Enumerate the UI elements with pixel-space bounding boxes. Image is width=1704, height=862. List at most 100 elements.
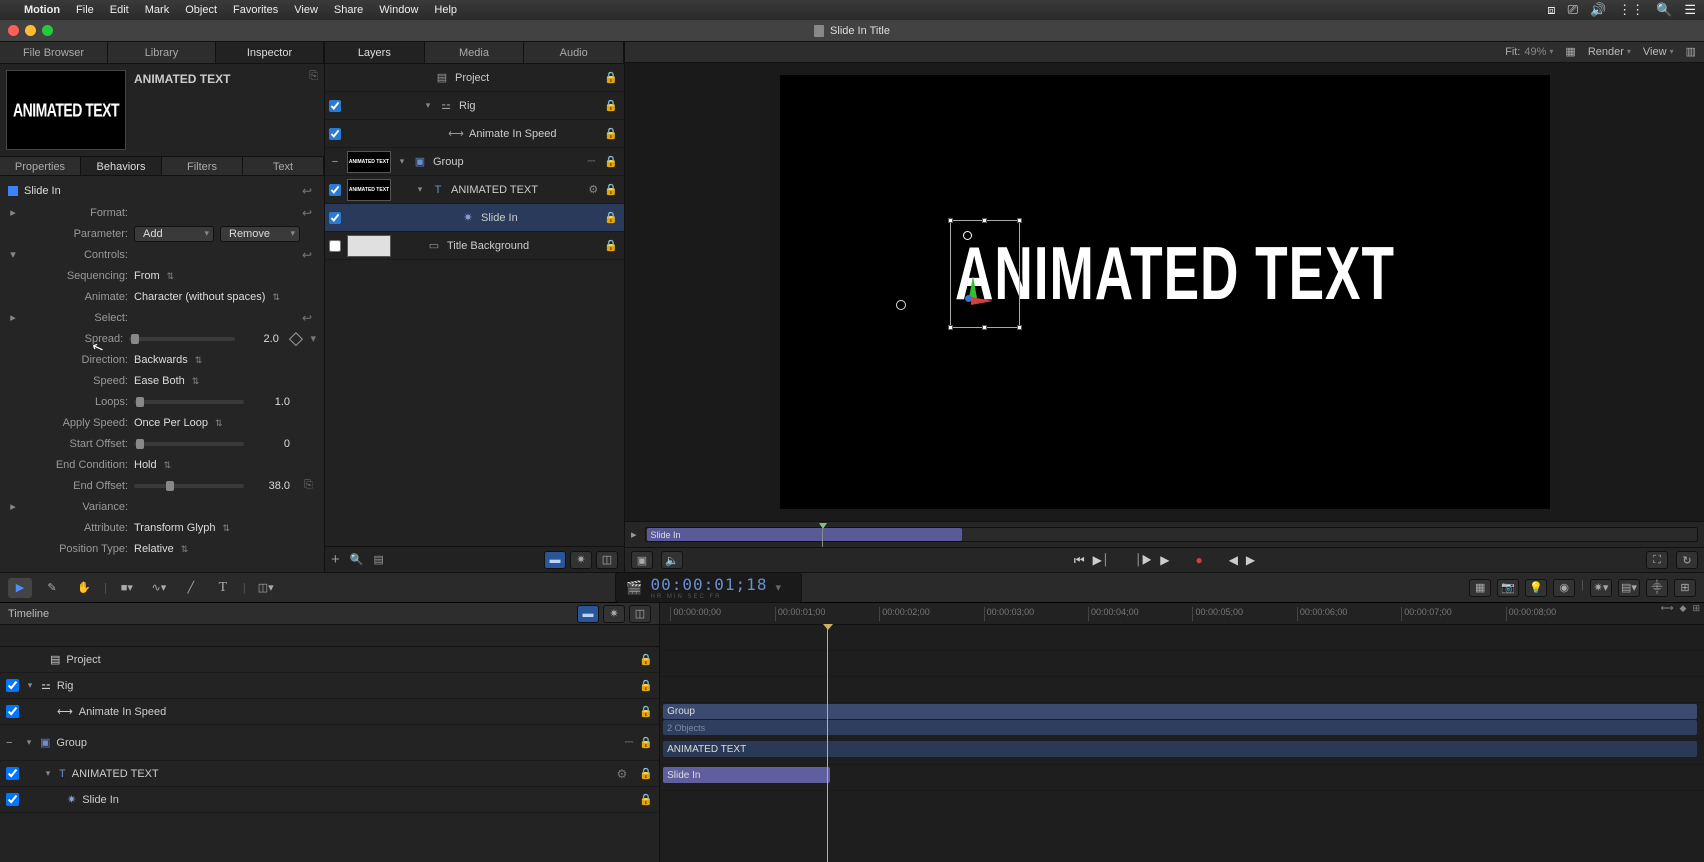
zoom-to-fit-icon[interactable]: ⟷ <box>1661 603 1674 614</box>
menu-view[interactable]: View <box>294 4 318 16</box>
add-layer-button[interactable]: + <box>331 551 340 568</box>
layer-row-slide-in[interactable]: ✷ Slide In 🔒 <box>325 204 624 232</box>
timecode-display[interactable]: 🎬 00:00:01;18 HR MIN SEC FR ▾ <box>615 572 802 603</box>
layer-visibility-checkbox[interactable] <box>6 679 19 692</box>
link-icon[interactable]: ⎓ <box>587 156 595 167</box>
rotate-handle-icon[interactable] <box>963 231 972 240</box>
select-reset-icon[interactable]: ↩ <box>302 311 316 325</box>
behaviors-button[interactable]: ✷▾ <box>1590 579 1612 597</box>
spread-value[interactable]: 2.0 <box>241 333 279 345</box>
spotlight-icon[interactable]: 🔍 <box>1656 2 1672 18</box>
handle-icon[interactable] <box>1017 325 1022 330</box>
line-tool[interactable]: ╱ <box>179 578 203 598</box>
menu-share[interactable]: Share <box>334 4 363 16</box>
controls-disclosure[interactable]: ▾ <box>8 248 18 261</box>
reset-icon[interactable]: ↩ <box>302 184 316 198</box>
in-point-icon[interactable]: ▸ <box>631 528 637 541</box>
x-axis-arrow-icon[interactable] <box>971 297 993 305</box>
endoffset-link-icon[interactable]: ⎘ <box>304 479 313 492</box>
layer-row-project[interactable]: ▤ Project 🔒 <box>325 64 624 92</box>
lock-icon[interactable]: 🔒 <box>604 183 620 196</box>
spread-slider[interactable] <box>129 337 234 341</box>
layer-row-rig[interactable]: ▾ ⚍ Rig 🔒 <box>325 92 624 120</box>
timeline-tracks[interactable]: Group 2 Objects ANIMATED TEXT Slide In <box>660 625 1704 862</box>
tab-file-browser[interactable]: File Browser <box>0 42 108 63</box>
bezier-tool[interactable]: ∿▾ <box>147 578 171 598</box>
z-axis-dot-icon[interactable] <box>965 295 972 302</box>
display-icon[interactable]: ⎚ <box>1568 2 1578 18</box>
notification-icon[interactable]: ☰ <box>1684 2 1696 18</box>
format-disclosure[interactable]: ▸ <box>8 206 18 219</box>
lock-icon[interactable]: 🔒 <box>604 239 620 252</box>
timeline-view-2[interactable]: ✷ <box>603 605 625 623</box>
layer-visibility-checkbox[interactable] <box>329 128 341 140</box>
timeline-view-1[interactable]: ▬ <box>577 605 599 623</box>
disclosure-icon[interactable]: ▾ <box>25 680 35 691</box>
lock-icon[interactable]: 🔒 <box>639 653 653 666</box>
selection-box[interactable] <box>950 220 1020 328</box>
fullscreen-button[interactable]: ⛶ <box>1646 551 1668 569</box>
select-disclosure[interactable]: ▸ <box>8 311 18 324</box>
zoom-window-button[interactable] <box>42 25 53 36</box>
color-channels-icon[interactable]: ▦ <box>1565 45 1575 58</box>
positiontype-value[interactable]: Relative <box>134 543 188 555</box>
menu-window[interactable]: Window <box>379 4 418 16</box>
playhead-icon[interactable] <box>827 625 828 862</box>
animate-value[interactable]: Character (without spaces) <box>134 291 280 303</box>
prev-frame-button[interactable]: ▶⏐ <box>1093 553 1109 568</box>
make-particles-button[interactable]: ⸎ <box>1646 579 1668 597</box>
layers-view-button[interactable]: ▬ <box>544 551 566 569</box>
record-button[interactable]: ● <box>1195 553 1202 568</box>
lock-icon[interactable]: 🔒 <box>639 679 653 692</box>
handle-icon[interactable] <box>948 325 953 330</box>
minimize-window-button[interactable] <box>25 25 36 36</box>
menu-edit[interactable]: Edit <box>110 4 129 16</box>
view-dropdown[interactable]: View <box>1643 46 1674 58</box>
layer-visibility-checkbox[interactable] <box>329 212 341 224</box>
gear-view-button[interactable]: ✷ <box>570 551 592 569</box>
subtab-filters[interactable]: Filters <box>162 157 243 175</box>
tl-row-project[interactable]: ▤ Project 🔒 <box>0 647 659 673</box>
viewer-layout-icon[interactable]: ▥ <box>1686 45 1696 58</box>
startoffset-value[interactable]: 0 <box>250 438 290 450</box>
handle-icon[interactable] <box>948 218 953 223</box>
tab-inspector[interactable]: Inspector <box>216 42 324 63</box>
layer-row-animated-text[interactable]: ANIMATED TEXT ▾ T ANIMATED TEXT 🔒 <box>325 176 624 204</box>
menu-object[interactable]: Object <box>185 4 217 16</box>
text-tool[interactable]: T <box>211 578 235 598</box>
tl-row-animated-text[interactable]: ▾ T ANIMATED TEXT 🔒 <box>0 761 659 787</box>
layer-row-group[interactable]: − ANIMATED TEXT ▾ ▣ Group ⎓ 🔒 <box>325 148 624 176</box>
collapse-minus-icon[interactable]: − <box>6 737 18 749</box>
variance-disclosure[interactable]: ▸ <box>8 500 18 513</box>
canvas[interactable]: ANIMATED TEXT <box>780 75 1550 509</box>
lock-icon[interactable]: 🔒 <box>604 71 620 84</box>
controls-reset-icon[interactable]: ↩ <box>302 248 316 262</box>
behavior-enable-checkbox[interactable] <box>8 186 18 196</box>
link-icon[interactable]: ⎓ <box>625 736 634 749</box>
loop-button[interactable]: ↻ <box>1676 551 1698 569</box>
timeline-view-3[interactable]: ◫ <box>629 605 651 623</box>
disclosure-icon[interactable]: ▾ <box>397 156 407 167</box>
next-keyframe-button[interactable]: ▶ <box>1246 553 1255 568</box>
mask-tool[interactable]: ◫▾ <box>254 578 278 598</box>
search-icon[interactable]: 🔍 <box>350 553 364 566</box>
handle-icon[interactable] <box>982 218 987 223</box>
canvas-area[interactable]: ANIMATED TEXT <box>625 63 1704 521</box>
format-reset-icon[interactable]: ↩ <box>302 206 316 220</box>
timecode-dropdown-icon[interactable]: ▾ <box>775 581 781 594</box>
handle-icon[interactable] <box>1017 218 1022 223</box>
clip-slide-in[interactable]: Slide In <box>663 767 830 783</box>
layer-visibility-checkbox[interactable] <box>329 240 341 252</box>
disclosure-icon[interactable]: ▾ <box>423 100 433 111</box>
lock-icon[interactable]: 🔒 <box>604 211 620 224</box>
spread-menu-icon[interactable]: ▾ <box>310 332 316 345</box>
volume-icon[interactable]: 🔊 <box>1590 2 1606 18</box>
menu-file[interactable]: File <box>76 4 94 16</box>
sequencing-value[interactable]: From <box>134 270 174 282</box>
lock-icon[interactable]: 🔒 <box>639 736 653 749</box>
prev-keyframe-button[interactable]: ◀ <box>1229 553 1238 568</box>
select-tool[interactable]: ▶ <box>8 578 32 598</box>
subtab-behaviors[interactable]: Behaviors <box>81 157 162 175</box>
layer-visibility-checkbox[interactable] <box>329 184 341 196</box>
tab-media[interactable]: Media <box>425 42 525 63</box>
